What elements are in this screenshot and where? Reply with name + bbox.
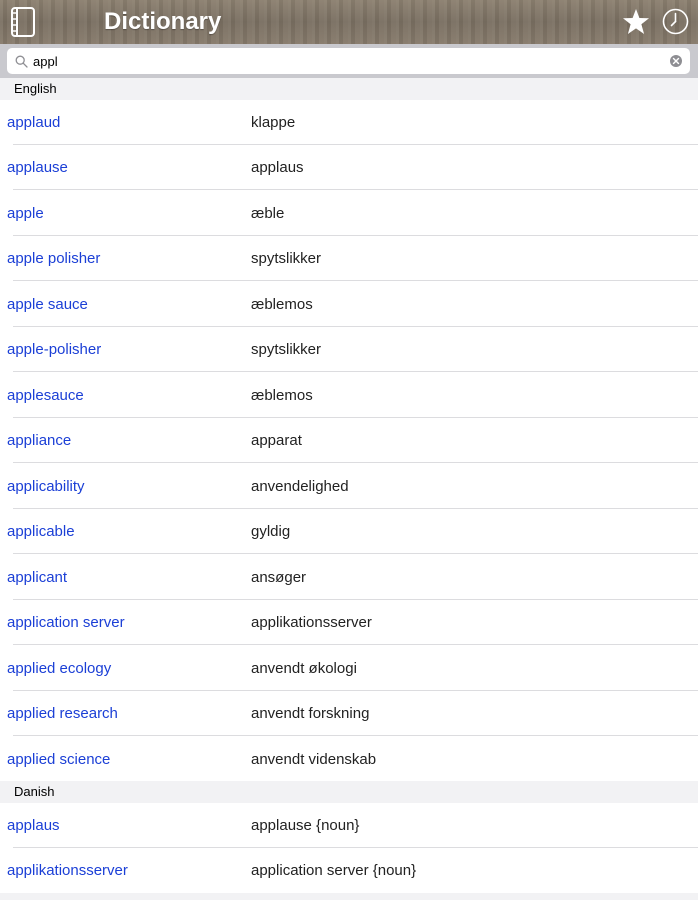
- term: appliance: [7, 432, 72, 449]
- term: apple-polisher: [7, 341, 102, 358]
- list-item[interactable]: apple sauce æblemos: [0, 282, 698, 327]
- list-item[interactable]: applaus applause {noun}: [0, 803, 698, 848]
- list-item[interactable]: appliance apparat: [0, 418, 698, 463]
- search-icon: [15, 55, 28, 68]
- page-title: Dictionary: [104, 8, 222, 35]
- term: application server: [7, 614, 125, 631]
- section-header-next: [0, 893, 698, 900]
- list-item[interactable]: applesauce æblemos: [0, 373, 698, 418]
- translation: application server {noun}: [251, 862, 417, 879]
- clear-search-icon[interactable]: [669, 54, 683, 68]
- translation: anvendelighed: [251, 478, 349, 495]
- book-icon[interactable]: [10, 7, 36, 37]
- term: apple sauce: [7, 296, 88, 313]
- star-icon[interactable]: [622, 8, 650, 36]
- term: applaus: [7, 817, 60, 834]
- translation: klappe: [251, 114, 296, 131]
- translation: æblemos: [251, 296, 313, 313]
- term: applicability: [7, 478, 85, 495]
- section-title: English: [14, 81, 57, 96]
- list-item[interactable]: apple æble: [0, 191, 698, 236]
- translation: anvendt økologi: [251, 660, 357, 677]
- term: applied research: [7, 705, 118, 722]
- list-item[interactable]: applied ecology anvendt økologi: [0, 646, 698, 691]
- translation: applause {noun}: [251, 817, 360, 834]
- list-item[interactable]: applied science anvendt videnskab: [0, 737, 698, 782]
- list-item[interactable]: application server applikationsserver: [0, 600, 698, 645]
- section-header-english: English: [0, 78, 698, 100]
- top-bar: Dictionary: [0, 0, 698, 44]
- term: applied ecology: [7, 660, 112, 677]
- section-header-danish: Danish: [0, 781, 698, 803]
- translation: spytslikker: [251, 250, 322, 267]
- term: applied science: [7, 751, 111, 768]
- term: applicant: [7, 569, 68, 586]
- list-item[interactable]: applause applaus: [0, 145, 698, 190]
- list-item[interactable]: apple polisher spytslikker: [0, 236, 698, 281]
- term: applesauce: [7, 387, 84, 404]
- search-bar: [0, 44, 698, 78]
- translation: gyldig: [251, 523, 291, 540]
- list-item[interactable]: applicability anvendelighed: [0, 464, 698, 509]
- term: apple: [7, 205, 44, 222]
- term: apple polisher: [7, 250, 101, 267]
- translation: æble: [251, 205, 285, 222]
- list-item[interactable]: applicant ansøger: [0, 555, 698, 600]
- translation: applikationsserver: [251, 614, 372, 631]
- translation: applaus: [251, 159, 304, 176]
- list-item[interactable]: applied research anvendt forskning: [0, 691, 698, 736]
- list-item[interactable]: applaud klappe: [0, 100, 698, 145]
- translation: anvendt forskning: [251, 705, 370, 722]
- term: applause: [7, 159, 68, 176]
- clock-icon[interactable]: [662, 8, 689, 35]
- translation: ansøger: [251, 569, 307, 586]
- translation: apparat: [251, 432, 302, 449]
- translation: anvendt videnskab: [251, 751, 377, 768]
- translation: æblemos: [251, 387, 313, 404]
- term: applikationsserver: [7, 862, 128, 879]
- list-item[interactable]: applikationsserver application server {n…: [0, 848, 698, 893]
- translation: spytslikker: [251, 341, 322, 358]
- search-input[interactable]: [33, 51, 653, 71]
- search-field[interactable]: [7, 48, 690, 74]
- term: applaud: [7, 114, 61, 131]
- section-title: Danish: [14, 784, 55, 799]
- term: applicable: [7, 523, 75, 540]
- list-item[interactable]: apple-polisher spytslikker: [0, 327, 698, 372]
- list-item[interactable]: applicable gyldig: [0, 509, 698, 554]
